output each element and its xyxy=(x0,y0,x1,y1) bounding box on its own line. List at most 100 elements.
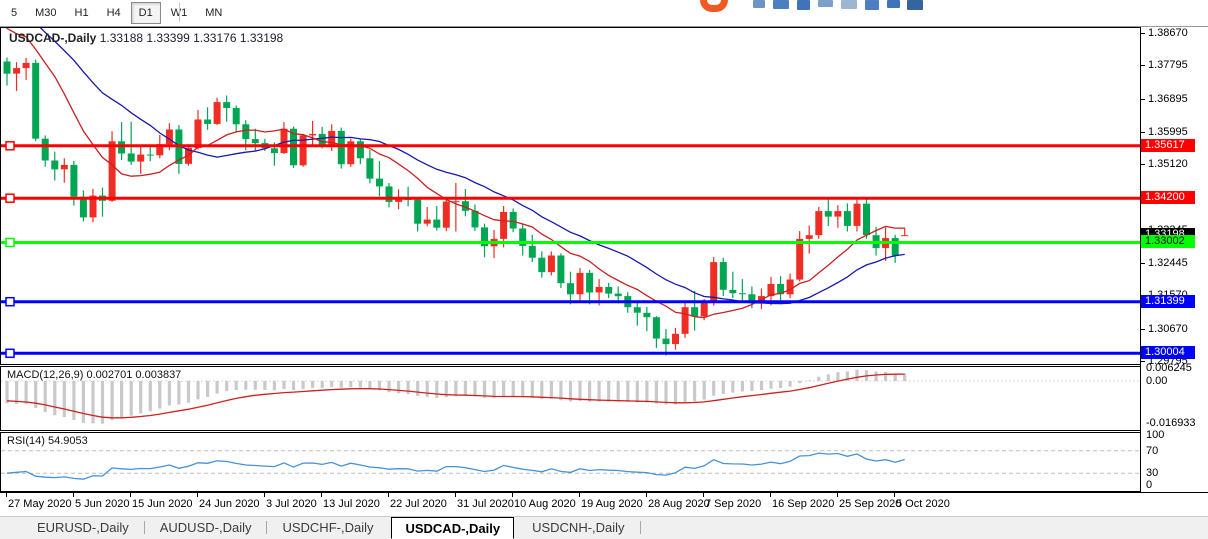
price-tick-label: 1.37795 xyxy=(1148,59,1188,71)
price-tick xyxy=(1141,329,1145,330)
rsi-value: 54.9053 xyxy=(48,435,88,447)
price-chart-panel[interactable]: USDCAD-,Daily 1.33188 1.33399 1.33176 1.… xyxy=(0,27,1141,365)
rsi-line xyxy=(7,453,905,479)
level-lines-layer[interactable] xyxy=(1,142,1140,357)
timeframe-button-mn[interactable]: MN xyxy=(197,2,230,24)
timeframe-button-d1[interactable]: D1 xyxy=(131,2,161,24)
toolbar-icon-fragment[interactable] xyxy=(797,0,810,10)
price-tick xyxy=(1141,132,1145,133)
date-label: 3 Jul 2020 xyxy=(266,498,317,510)
symbol-tab-usdcad-daily[interactable]: USDCAD-,Daily xyxy=(391,517,514,539)
toolbar-icon-fragment[interactable] xyxy=(753,0,765,8)
timeframe-button-5[interactable]: 5 xyxy=(3,2,25,24)
symbol-tab-usdchf-daily[interactable]: USDCHF-,Daily xyxy=(269,517,386,539)
level-line-handle xyxy=(6,298,14,306)
rsi-axis-label: 0 xyxy=(1146,479,1152,491)
macd-label: MACD(12,26,9) xyxy=(7,369,83,381)
tab-divider xyxy=(266,521,267,534)
macd-title: MACD(12,26,9) 0.002701 0.003837 xyxy=(7,369,181,381)
toolbar-icon-fragment[interactable] xyxy=(907,0,923,10)
date-tick xyxy=(455,493,456,497)
date-tick xyxy=(197,493,198,497)
date-tick xyxy=(837,493,838,497)
date-tick xyxy=(703,493,704,497)
symbol-tab-audusd-daily[interactable]: AUDUSD-,Daily xyxy=(147,517,265,539)
price-tick xyxy=(1141,33,1145,34)
date-label: 7 Sep 2020 xyxy=(705,498,761,510)
date-label: 5 Oct 2020 xyxy=(896,498,950,510)
price-axis[interactable]: 1.386701.377951.368951.359951.351201.342… xyxy=(1141,27,1208,492)
level-line-handle xyxy=(6,349,14,357)
level-line-handle xyxy=(6,194,14,202)
date-tick xyxy=(646,493,647,497)
price-badge: 1.33002 xyxy=(1141,235,1195,248)
macd-values: 0.002701 0.003837 xyxy=(86,369,181,381)
date-tick xyxy=(264,493,265,497)
time-axis[interactable]: 27 May 20205 Jun 202015 Jun 2020 24 Jun 2… xyxy=(0,492,1208,516)
toolbar-icon-fragment[interactable] xyxy=(865,0,879,10)
date-tick xyxy=(73,493,74,497)
date-label: 16 Sep 2020 xyxy=(772,498,834,510)
price-badge: 1.35617 xyxy=(1141,139,1195,152)
price-tick xyxy=(1141,99,1145,100)
timeframe-button-h1[interactable]: H1 xyxy=(67,2,97,24)
date-tick xyxy=(130,493,131,497)
date-tick xyxy=(894,493,895,497)
chart-title: USDCAD-,Daily 1.33188 1.33399 1.33176 1.… xyxy=(9,31,283,45)
macd-axis-label: 0.00 xyxy=(1146,375,1167,387)
macd-axis-label: 0.006245 xyxy=(1146,362,1192,374)
timeframe-button-m30[interactable]: M30 xyxy=(27,2,64,24)
timeframe-toolbar: 5M30H1H4D1W1MN xyxy=(0,0,1208,27)
toolbar-separator xyxy=(179,3,180,22)
toolbar-icon-fragment[interactable] xyxy=(818,0,833,7)
symbol-tab-bar: EURUSD-,DailyAUDUSD-,DailyUSDCHF-,DailyU… xyxy=(0,516,1208,539)
symbol-tab-usdcnh-daily[interactable]: USDCNH-,Daily xyxy=(519,517,637,539)
timeframe-button-h4[interactable]: H4 xyxy=(99,2,129,24)
price-tick-label: 1.36895 xyxy=(1148,93,1188,105)
date-tick xyxy=(321,493,322,497)
rsi-chart[interactable] xyxy=(1,433,1140,491)
date-label: 15 Jun 2020 xyxy=(132,498,193,510)
price-tick-label: 1.35120 xyxy=(1148,158,1188,170)
toolbar-icon-fragment[interactable] xyxy=(773,0,789,9)
toolbar-icon-fragment[interactable] xyxy=(887,0,900,8)
tab-divider xyxy=(144,521,145,534)
broker-logo-icon[interactable] xyxy=(700,0,728,12)
price-tick xyxy=(1141,263,1145,264)
period-buttons: 5M30H1H4D1W1MN xyxy=(2,1,231,25)
tab-divider xyxy=(640,521,641,534)
price-badge: 1.30004 xyxy=(1141,346,1195,359)
tabbar-spacer xyxy=(0,517,24,539)
date-label: 24 Jun 2020 xyxy=(199,498,260,510)
date-label: 22 Jul 2020 xyxy=(390,498,447,510)
price-badge: 1.34200 xyxy=(1141,191,1195,204)
rsi-label: RSI(14) xyxy=(7,435,45,447)
price-tick-label: 1.38670 xyxy=(1148,27,1188,39)
date-label: 27 May 2020 xyxy=(8,498,72,510)
level-line-handle xyxy=(6,142,14,150)
toolbar-icon-fragment[interactable] xyxy=(841,0,857,9)
date-tick xyxy=(770,493,771,497)
rsi-axis-label: 100 xyxy=(1146,429,1164,441)
date-label: 19 Aug 2020 xyxy=(581,498,643,510)
mt4-trading-terminal: 5M30H1H4D1W1MN USDCAD-,Daily 1.33188 1.3… xyxy=(0,0,1208,539)
candlestick-chart[interactable] xyxy=(1,28,1140,364)
date-tick xyxy=(388,493,389,497)
rsi-panel[interactable]: RSI(14) 54.9053 xyxy=(0,432,1141,492)
date-label: 5 Jun 2020 xyxy=(75,498,129,510)
macd-panel[interactable]: MACD(12,26,9) 0.002701 0.003837 xyxy=(0,366,1141,431)
macd-axis-label: -0.016933 xyxy=(1146,417,1196,429)
price-tick xyxy=(1141,65,1145,66)
date-label: 31 Jul 2020 xyxy=(457,498,514,510)
level-line-handle xyxy=(6,239,14,247)
price-tick-label: 1.30670 xyxy=(1148,323,1188,335)
price-tick xyxy=(1141,164,1145,165)
symbol-tab-eurusd-daily[interactable]: EURUSD-,Daily xyxy=(24,517,142,539)
chart-ohlc-values: 1.33188 1.33399 1.33176 1.33198 xyxy=(100,31,284,45)
rsi-axis-label: 30 xyxy=(1146,467,1158,479)
date-label: 10 Aug 2020 xyxy=(514,498,576,510)
candles-layer xyxy=(4,57,909,355)
date-label: 13 Jul 2020 xyxy=(323,498,380,510)
date-tick xyxy=(6,493,7,497)
date-label: 25 Sep 2020 xyxy=(839,498,901,510)
